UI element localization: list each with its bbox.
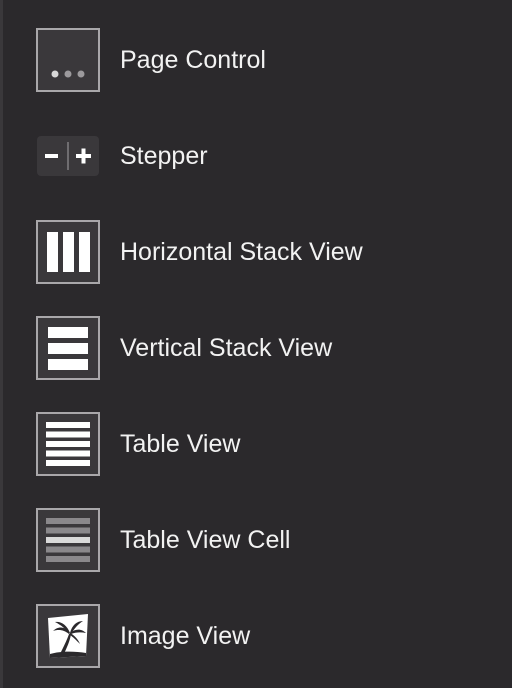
library-item-label: Vertical Stack View — [120, 334, 333, 362]
library-item-stepper[interactable]: Stepper — [0, 96, 512, 192]
library-item-page-control[interactable]: Page Control — [0, 0, 512, 96]
library-item-table-view-cell[interactable]: Table View Cell — [0, 480, 512, 576]
stepper-icon — [36, 124, 100, 188]
image-view-icon — [36, 604, 100, 668]
table-view-icon — [36, 412, 100, 476]
library-item-label: Table View — [120, 430, 241, 458]
object-library-list: Page Control Stepper Horizontal Stack Vi… — [0, 0, 512, 688]
library-item-image-view[interactable]: Image View — [0, 576, 512, 672]
library-item-horizontal-stack-view[interactable]: Horizontal Stack View — [0, 192, 512, 288]
horizontal-stack-view-icon — [36, 220, 100, 284]
library-item-label: Horizontal Stack View — [120, 238, 363, 266]
page-control-icon — [36, 28, 100, 92]
library-item-label: Stepper — [120, 142, 208, 170]
library-item-table-view[interactable]: Table View — [0, 384, 512, 480]
vertical-stack-view-icon — [36, 316, 100, 380]
library-item-label: Table View Cell — [120, 526, 291, 554]
library-item-label: Page Control — [120, 46, 266, 74]
library-item-vertical-stack-view[interactable]: Vertical Stack View — [0, 288, 512, 384]
library-item-label: Image View — [120, 622, 251, 650]
table-view-cell-icon — [36, 508, 100, 572]
